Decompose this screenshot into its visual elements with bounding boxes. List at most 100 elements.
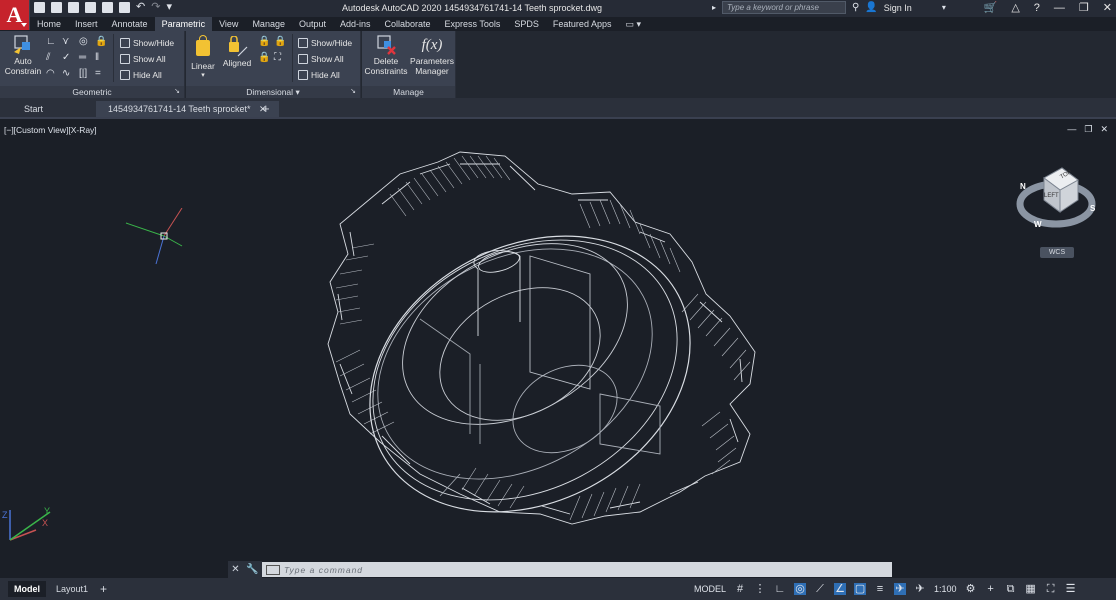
command-prompt-icon[interactable] [266, 564, 280, 575]
lineweight-icon[interactable]: ≡ [874, 583, 886, 595]
geo-show-all-button[interactable]: Show All [120, 52, 166, 65]
aligned-button[interactable]: Aligned [220, 36, 254, 68]
geometric-panel-title[interactable]: Geometric ↘ [0, 86, 184, 98]
diameter-icon[interactable]: 🔒 [274, 36, 286, 47]
new-icon[interactable] [34, 2, 45, 13]
tab-output[interactable]: Output [292, 17, 333, 31]
tab-view[interactable]: View [212, 17, 245, 31]
tab-collaborate[interactable]: Collaborate [378, 17, 438, 31]
command-input[interactable]: Type a command [262, 562, 892, 577]
tab-parametric[interactable]: Parametric [154, 17, 213, 31]
symmetric-icon[interactable]: [|] [79, 68, 87, 79]
vp-close-icon[interactable]: ✕ [1100, 124, 1108, 135]
tab-insert[interactable]: Insert [68, 17, 105, 31]
coincident-icon[interactable]: ∟ [46, 36, 56, 47]
tab-annotate[interactable]: Annotate [105, 17, 155, 31]
customization-menu-icon[interactable]: ☰ [1065, 583, 1077, 595]
auto-constrain-button[interactable]: Auto Constrain [4, 34, 42, 76]
save-as-icon[interactable] [85, 2, 96, 13]
tab-sprocket-drawing[interactable]: 1454934761741-14 Teeth sprocket* ✕ [96, 101, 279, 117]
qat-dropdown-icon[interactable]: ▾ [166, 2, 172, 13]
sprocket-3d-model[interactable] [310, 144, 770, 534]
tab-spds[interactable]: SPDS [507, 17, 546, 31]
application-menu-button[interactable]: A [0, 0, 30, 30]
viewcube-left-label[interactable]: LEFT [1044, 193, 1059, 199]
sign-in-link[interactable]: Sign In [884, 3, 912, 13]
angular-icon[interactable]: 🔒 [258, 52, 270, 63]
linear-button[interactable]: Linear ▾ [190, 35, 216, 81]
ribbon-options-icon[interactable]: ▭ ▾ [618, 17, 648, 31]
model-space-toggle[interactable]: MODEL [694, 584, 726, 594]
concentric-icon[interactable]: ◎ [79, 36, 88, 47]
clean-screen-icon[interactable]: ⛶ [1045, 583, 1057, 595]
workspace-gear-icon[interactable]: ⚙ [965, 583, 977, 595]
undo-icon[interactable]: ↶ [136, 2, 145, 13]
annotation-autoscale-icon[interactable]: ✈ [914, 583, 926, 595]
search-expand-icon[interactable]: ▸ [712, 3, 716, 12]
dimensional-dropdown-icon[interactable]: ▾ [295, 87, 299, 97]
delete-constraints-button[interactable]: Delete Constraints [364, 34, 408, 76]
radius-icon[interactable]: 🔒 [258, 36, 270, 47]
vertical-icon[interactable]: ‖ [95, 52, 99, 63]
dim-hide-all-button[interactable]: Hide All [298, 68, 340, 81]
redo-icon[interactable]: ↷ [151, 2, 160, 13]
compass-north[interactable]: N [1020, 182, 1026, 191]
tab-layout1[interactable]: Layout1 [50, 581, 94, 597]
tab-add-ins[interactable]: Add-ins [333, 17, 378, 31]
help-icon[interactable]: ? [1034, 2, 1040, 14]
object-snap-tracking-icon[interactable]: ∠ [834, 583, 847, 595]
horizontal-icon[interactable]: ═ [79, 52, 86, 63]
polar-tracking-icon[interactable]: ◎ [794, 583, 807, 595]
isodraft-icon[interactable]: ⟋ [814, 583, 826, 595]
drawing-viewport[interactable]: [−][Custom View][X-Ray] — ❐ ✕ TOP LEFT N… [0, 120, 1116, 561]
wcs-menu[interactable]: WCS [1040, 247, 1074, 258]
tab-featured-apps[interactable]: Featured Apps [546, 17, 619, 31]
fix-icon[interactable]: 🔒 [95, 36, 107, 47]
command-close-icon[interactable]: ✕ [231, 564, 239, 575]
snap-icon[interactable]: ⋮ [754, 583, 766, 595]
tab-express-tools[interactable]: Express Tools [438, 17, 508, 31]
web-mobile-icon[interactable] [102, 2, 113, 13]
geo-hide-all-button[interactable]: Hide All [120, 68, 162, 81]
new-tab-plus-icon[interactable]: + [256, 101, 276, 117]
dialog-launcher-icon[interactable]: ↘ [174, 86, 180, 98]
vp-restore-icon[interactable]: ❐ [1084, 124, 1092, 135]
minimize-icon[interactable]: — [1054, 2, 1065, 14]
restore-icon[interactable]: ❐ [1079, 1, 1089, 14]
units-icon[interactable]: ⧉ [1005, 583, 1017, 595]
save-icon[interactable] [68, 2, 79, 13]
user-icon[interactable]: 👤 [865, 2, 877, 13]
compass-west[interactable]: W [1034, 220, 1042, 229]
open-icon[interactable] [51, 2, 62, 13]
search-input[interactable]: Type a keyword or phrase [722, 1, 847, 14]
tangent-icon[interactable]: ◠ [46, 68, 55, 79]
cart-icon[interactable]: 🛒 [984, 1, 998, 14]
ortho-icon[interactable]: ∟ [774, 583, 786, 595]
perpendicular-icon[interactable]: ✓ [62, 52, 70, 63]
viewcube[interactable]: TOP LEFT N W S [1014, 160, 1104, 240]
geo-show-hide-button[interactable]: Show/Hide [120, 36, 174, 49]
dialog-launcher-icon[interactable]: ↘ [350, 86, 356, 98]
convert-icon[interactable]: ⛶ [274, 52, 281, 63]
connect-icon[interactable]: △ [1011, 1, 1019, 14]
viewport-controls[interactable]: [−][Custom View][X-Ray] [4, 125, 97, 135]
parameters-manager-button[interactable]: f(x) Parameters Manager [410, 34, 454, 76]
smooth-icon[interactable]: ∿ [62, 68, 70, 79]
compass-south[interactable]: S [1090, 204, 1095, 213]
signin-dropdown-icon[interactable]: ▾ [942, 3, 946, 12]
tab-model[interactable]: Model [8, 581, 46, 597]
dim-show-hide-button[interactable]: Show/Hide [298, 36, 352, 49]
annotation-scale[interactable]: 1:100 [934, 584, 957, 594]
tab-manage[interactable]: Manage [245, 17, 292, 31]
add-layout-plus-icon[interactable]: + [94, 581, 113, 597]
collinear-icon[interactable]: ⋎ [62, 36, 69, 47]
annotation-visibility-icon[interactable]: ✈ [894, 583, 907, 595]
binoculars-icon[interactable]: ⚲ [852, 2, 859, 13]
print-icon[interactable] [119, 2, 130, 13]
vp-minimize-icon[interactable]: — [1067, 124, 1076, 135]
parallel-icon[interactable]: ⫽ [46, 52, 50, 63]
quick-properties-icon[interactable]: ▦ [1025, 583, 1037, 595]
tab-start[interactable]: Start [12, 101, 55, 117]
manage-panel-title[interactable]: Manage [362, 86, 455, 98]
object-snap-icon[interactable]: ▢ [854, 583, 867, 595]
